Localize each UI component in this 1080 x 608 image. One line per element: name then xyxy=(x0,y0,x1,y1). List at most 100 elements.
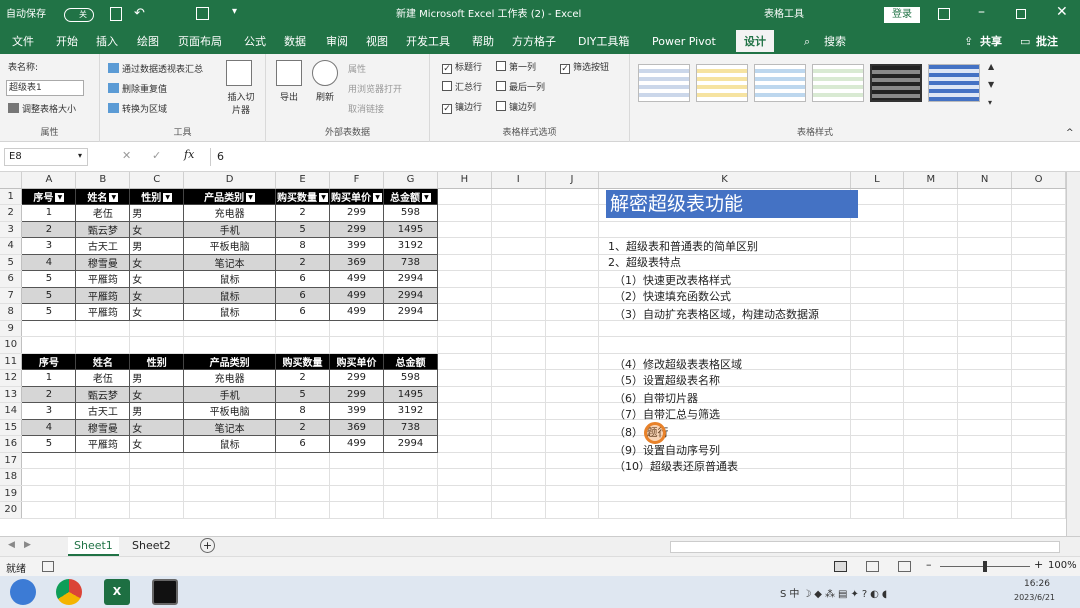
filter-button-checkbox[interactable]: ✓ 筛选按钮 xyxy=(560,60,609,74)
table2-cell[interactable]: 古天工 xyxy=(75,402,131,420)
login-button[interactable]: 登录 xyxy=(884,7,920,23)
cell[interactable] xyxy=(491,485,546,502)
row-header[interactable]: 3 xyxy=(0,221,23,238)
cell[interactable] xyxy=(957,287,1013,304)
horizontal-scrollbar[interactable] xyxy=(670,541,1060,553)
cell[interactable] xyxy=(957,468,1013,486)
cell[interactable] xyxy=(903,303,959,321)
cell[interactable] xyxy=(903,501,959,519)
table1-cell[interactable]: 女 xyxy=(129,303,185,321)
table-header-cell[interactable]: 性别 xyxy=(129,352,185,370)
table2-cell[interactable]: 6 xyxy=(275,435,331,453)
table1-cell[interactable]: 老伍 xyxy=(75,204,131,222)
cell[interactable] xyxy=(903,402,959,420)
export-button[interactable]: 导出 xyxy=(280,90,298,103)
macro-record-icon[interactable] xyxy=(42,561,54,572)
header-row-checkbox[interactable]: ✓ 标题行 xyxy=(442,60,482,74)
table1-cell[interactable]: 299 xyxy=(329,204,384,222)
cell[interactable] xyxy=(957,221,1013,238)
tab-data[interactable]: 数据 xyxy=(284,30,306,54)
cell[interactable] xyxy=(957,369,1013,387)
row-header[interactable]: 14 xyxy=(0,402,23,420)
cell[interactable] xyxy=(957,188,1013,205)
table1-cell[interactable]: 女 xyxy=(129,270,185,288)
row-header[interactable]: 10 xyxy=(0,336,23,354)
cell[interactable] xyxy=(957,452,1013,469)
cell[interactable] xyxy=(75,485,131,502)
cell[interactable] xyxy=(21,452,77,469)
table1-cell[interactable]: 鼠标 xyxy=(183,270,277,288)
tab-review[interactable]: 审阅 xyxy=(326,30,348,54)
cell[interactable] xyxy=(491,402,546,420)
banded-rows-checkbox[interactable]: ✓ 镶边行 xyxy=(442,100,482,114)
tab-insert[interactable]: 插入 xyxy=(96,30,118,54)
table1-cell[interactable]: 甄云梦 xyxy=(75,220,131,238)
cell[interactable] xyxy=(957,320,1013,337)
table-header-cell[interactable]: 购买数量 xyxy=(275,352,331,370)
cell[interactable] xyxy=(957,386,1013,403)
cell[interactable] xyxy=(957,303,1013,321)
cell[interactable] xyxy=(491,254,546,271)
cell[interactable] xyxy=(129,336,185,354)
table1-cell[interactable]: 女 xyxy=(129,286,185,304)
row-header[interactable]: 4 xyxy=(0,237,23,255)
cell[interactable] xyxy=(957,353,1013,370)
cell[interactable] xyxy=(598,485,851,502)
cell[interactable] xyxy=(329,452,384,469)
table1-cell[interactable]: 6 xyxy=(275,286,331,304)
table2-cell[interactable]: 男 xyxy=(129,402,185,420)
remove-duplicates-button[interactable]: 删除重复值 xyxy=(108,82,167,95)
cell[interactable] xyxy=(1011,386,1066,403)
cell[interactable] xyxy=(329,485,384,502)
table2-cell[interactable]: 平板电脑 xyxy=(183,402,277,420)
column-header[interactable]: M xyxy=(903,172,959,189)
cell[interactable] xyxy=(1011,435,1066,453)
cell[interactable] xyxy=(21,336,77,354)
insert-slicer-button[interactable]: 插入切片器 xyxy=(224,90,258,116)
table1-cell[interactable]: 男 xyxy=(129,204,185,222)
row-header[interactable]: 17 xyxy=(0,452,23,469)
cell[interactable] xyxy=(1011,254,1066,271)
start-icon[interactable] xyxy=(10,579,36,605)
cell[interactable] xyxy=(545,336,600,354)
filter-dropdown-icon[interactable]: ▼ xyxy=(55,193,65,203)
filter-dropdown-icon[interactable]: ▼ xyxy=(421,193,431,203)
cell[interactable] xyxy=(850,468,905,486)
table2-cell[interactable]: 8 xyxy=(275,402,331,420)
table-header-cell[interactable]: 总金额 ▼ xyxy=(383,187,438,205)
table1-cell[interactable]: 499 xyxy=(329,270,384,288)
table1-cell[interactable]: 8 xyxy=(275,237,331,255)
cell[interactable] xyxy=(545,468,600,486)
cell[interactable] xyxy=(545,369,600,387)
table2-cell[interactable]: 笔记本 xyxy=(183,418,277,436)
cell[interactable] xyxy=(275,468,331,486)
column-header[interactable]: G xyxy=(383,172,438,189)
tab-power-pivot[interactable]: Power Pivot xyxy=(652,30,716,54)
cell[interactable] xyxy=(545,270,600,288)
cell[interactable] xyxy=(545,188,600,205)
table2-cell[interactable]: 5 xyxy=(21,435,77,453)
cell[interactable] xyxy=(183,320,277,337)
cell[interactable] xyxy=(903,320,959,337)
table2-cell[interactable]: 男 xyxy=(129,369,185,387)
table2-cell[interactable]: 女 xyxy=(129,418,185,436)
autosave-toggle[interactable]: 关 xyxy=(64,8,94,22)
table2-cell[interactable]: 2994 xyxy=(383,435,438,453)
table-header-cell[interactable]: 姓名 xyxy=(75,352,131,370)
cell[interactable] xyxy=(850,353,905,370)
vertical-scrollbar[interactable] xyxy=(1066,172,1080,536)
cell[interactable] xyxy=(129,485,185,502)
column-header[interactable]: A xyxy=(21,172,77,189)
cell[interactable] xyxy=(1011,468,1066,486)
cell[interactable] xyxy=(491,221,546,238)
cell[interactable] xyxy=(957,501,1013,519)
zoom-out-icon[interactable]: – xyxy=(926,558,932,571)
cell[interactable] xyxy=(437,204,492,222)
column-header[interactable]: J xyxy=(545,172,600,189)
cell[interactable] xyxy=(850,452,905,469)
refresh-button[interactable]: 刷新 xyxy=(316,90,334,103)
worksheet-grid[interactable]: A B C D E F G H I J K L M N O 1 序号 ▼ 姓名 ▼ 性别 ▼ 产品类别 ▼ 购买数量 ▼ 购买单价 ▼… xyxy=(0,172,1066,536)
styles-more-icon[interactable]: ▾ xyxy=(988,98,992,107)
properties-button[interactable]: 属性 xyxy=(348,62,366,75)
cell[interactable] xyxy=(129,501,185,519)
